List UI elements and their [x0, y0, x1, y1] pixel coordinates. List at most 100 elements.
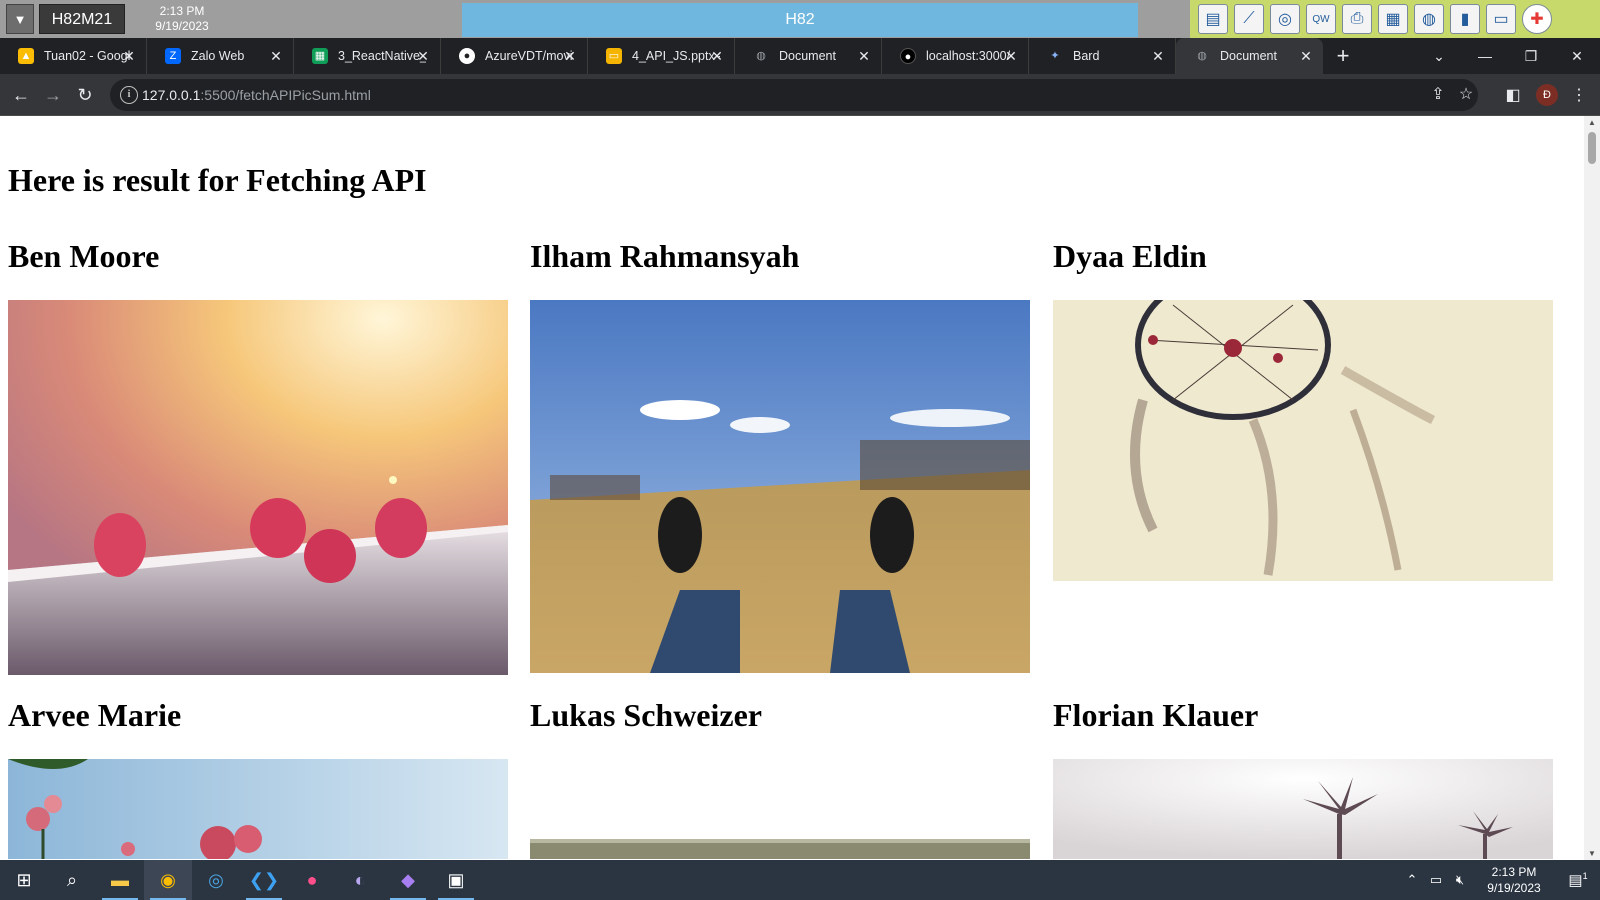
- bard-icon: ✦: [1050, 50, 1060, 62]
- author-name: Dyaa Eldin: [1053, 238, 1207, 274]
- photo-card: Ilham Rahmansyah: [530, 238, 1030, 673]
- volume-muted-icon[interactable]: 🔇︎: [1448, 872, 1472, 888]
- tab-title: AzureVDT/movi: [485, 49, 573, 63]
- google-sheets-icon: ▦: [312, 48, 328, 64]
- minimize-icon[interactable]: —: [1462, 38, 1508, 74]
- network-icon[interactable]: ▭: [1424, 872, 1448, 888]
- share-icon[interactable]: ⇪: [1428, 85, 1448, 105]
- address-bar[interactable]: i 127.0.0.1:5500/fetchAPIPicSum.html ⇪ ☆: [110, 79, 1478, 111]
- tab-zalo[interactable]: Z Zalo Web ✕: [147, 38, 294, 74]
- tab-google-drive[interactable]: ▲ Tuan02 - Googl ✕: [0, 38, 147, 74]
- tab-title: Document: [1220, 49, 1277, 63]
- dreamcatcher-photo: [1053, 300, 1553, 581]
- tab-document-active[interactable]: ◍ Document ✕: [1176, 38, 1323, 74]
- close-icon[interactable]: ✕: [855, 47, 873, 65]
- notification-icon[interactable]: ▤1: [1556, 871, 1600, 889]
- url-host: 127.0.0.1: [142, 87, 201, 103]
- tab-search-icon[interactable]: ⌄: [1416, 38, 1462, 74]
- tab-document[interactable]: ◍ Document ✕: [735, 38, 882, 74]
- tab-title: Document: [779, 49, 836, 63]
- taskbar-time: 2:13 PM: [1491, 865, 1537, 879]
- tab-title: localhost:3000/: [926, 49, 1011, 63]
- chevron-up-icon[interactable]: ⌃: [1400, 872, 1424, 888]
- forward-icon[interactable]: →: [38, 80, 68, 110]
- remote-toolbar: ▤ ⟋ ◎ QW ⎙ ▦ ◍ ▮ ▭ ✚: [1190, 0, 1600, 38]
- url-text[interactable]: 127.0.0.1:5500/fetchAPIPicSum.html: [142, 79, 371, 111]
- side-panel-icon[interactable]: ◧: [1502, 85, 1524, 107]
- photo-card: Dyaa Eldin: [1053, 238, 1553, 581]
- restore-icon[interactable]: ❐: [1508, 38, 1554, 74]
- tab-title: Tuan02 - Googl: [44, 49, 131, 63]
- raspberries-photo: [8, 300, 508, 675]
- tab-strip: ▲ Tuan02 - Googl ✕ Z Zalo Web ✕ ▦ 3_Reac…: [0, 38, 1600, 74]
- loading-photo: [530, 759, 1030, 859]
- close-icon[interactable]: ✕: [1002, 47, 1020, 65]
- file-explorer-icon[interactable]: ▬: [96, 860, 144, 900]
- browser-toolbar: ← → ↻ i 127.0.0.1:5500/fetchAPIPicSum.ht…: [0, 74, 1600, 116]
- tab-sheets[interactable]: ▦ 3_ReactNative_T ✕: [294, 38, 441, 74]
- close-icon[interactable]: ✕: [561, 47, 579, 65]
- photo-card: Lukas Schweizer: [530, 697, 1030, 859]
- tab-bard[interactable]: ✦ Bard ✕: [1029, 38, 1176, 74]
- photo-card: Ben Moore: [8, 238, 508, 675]
- tab-github[interactable]: ● AzureVDT/movi ✕: [441, 38, 588, 74]
- app-icon[interactable]: ●: [288, 860, 336, 900]
- terminal-icon[interactable]: ▣: [432, 860, 480, 900]
- tab-slides[interactable]: ▭ 4_API_JS.pptx - ✕: [588, 38, 735, 74]
- reload-icon[interactable]: ↻: [70, 80, 100, 110]
- eclipse-icon[interactable]: ◐: [336, 860, 384, 900]
- pin-icon[interactable]: ▼: [6, 4, 34, 34]
- tab-title: Bard: [1073, 49, 1100, 63]
- scroll-thumb[interactable]: [1588, 132, 1596, 164]
- printer-icon[interactable]: ⎙: [1342, 4, 1372, 34]
- lifebuoy-icon[interactable]: ✚: [1522, 4, 1552, 34]
- new-tab-button[interactable]: +: [1323, 38, 1363, 74]
- close-icon[interactable]: ✕: [1149, 47, 1167, 65]
- tab-localhost[interactable]: ● localhost:3000/ ✕: [882, 38, 1029, 74]
- bookmark-star-icon[interactable]: ☆: [1456, 85, 1476, 105]
- github-icon: ●: [459, 48, 475, 64]
- close-icon[interactable]: ✕: [414, 47, 432, 65]
- taskbar-clock[interactable]: 2:13 PM 9/19/2023: [1472, 864, 1556, 896]
- browser-icon[interactable]: ◎: [192, 860, 240, 900]
- globe-icon: ◍: [756, 50, 766, 62]
- remote-host-label[interactable]: H82M21: [39, 4, 125, 34]
- file-cabinet-icon[interactable]: ▤: [1198, 4, 1228, 34]
- taskbar-date: 9/19/2023: [1487, 881, 1541, 895]
- site-info-icon[interactable]: i: [120, 86, 138, 104]
- back-icon[interactable]: ←: [6, 80, 36, 110]
- close-icon[interactable]: ✕: [708, 47, 726, 65]
- author-name: Ilham Rahmansyah: [530, 238, 800, 274]
- zalo-icon: Z: [165, 48, 181, 64]
- menu-icon[interactable]: ⋮: [1568, 85, 1590, 107]
- profile-avatar[interactable]: Đ: [1536, 84, 1558, 106]
- close-window-icon[interactable]: ✕: [1554, 38, 1600, 74]
- disc-icon[interactable]: ◎: [1270, 4, 1300, 34]
- photo-card: Florian Klauer: [1053, 697, 1553, 859]
- vscode-icon[interactable]: ❮❯: [240, 860, 288, 900]
- author-name: Arvee Marie: [8, 697, 182, 733]
- close-icon[interactable]: ✕: [1297, 47, 1315, 65]
- windows-start-icon[interactable]: ⊞: [0, 860, 48, 900]
- visual-studio-icon[interactable]: ◆: [384, 860, 432, 900]
- scroll-up-icon[interactable]: ▲: [1588, 118, 1596, 127]
- chat-icon[interactable]: ▭: [1486, 4, 1516, 34]
- vertical-scrollbar[interactable]: ▲ ▼: [1584, 116, 1600, 860]
- page-viewport: Here is result for Fetching API Ben Moor…: [0, 116, 1584, 860]
- chrome-icon[interactable]: ◉: [144, 860, 192, 900]
- close-icon[interactable]: ✕: [120, 47, 138, 65]
- globe-icon[interactable]: ◍: [1414, 4, 1444, 34]
- globe-icon: ◍: [1197, 50, 1207, 62]
- close-icon[interactable]: ✕: [267, 47, 285, 65]
- author-name: Lukas Schweizer: [530, 697, 762, 733]
- session-title: H82: [462, 3, 1138, 37]
- keyboard-icon[interactable]: QW: [1306, 4, 1336, 34]
- scroll-down-icon[interactable]: ▼: [1588, 849, 1596, 858]
- tab-title: 4_API_JS.pptx -: [632, 49, 720, 63]
- search-icon[interactable]: ⌕: [48, 860, 96, 900]
- chart-icon[interactable]: ⟋: [1234, 4, 1264, 34]
- book-icon[interactable]: ▮: [1450, 4, 1480, 34]
- url-path: :5500/fetchAPIPicSum.html: [200, 87, 371, 103]
- remote-date: 9/19/2023: [155, 19, 209, 33]
- window-icon[interactable]: ▦: [1378, 4, 1408, 34]
